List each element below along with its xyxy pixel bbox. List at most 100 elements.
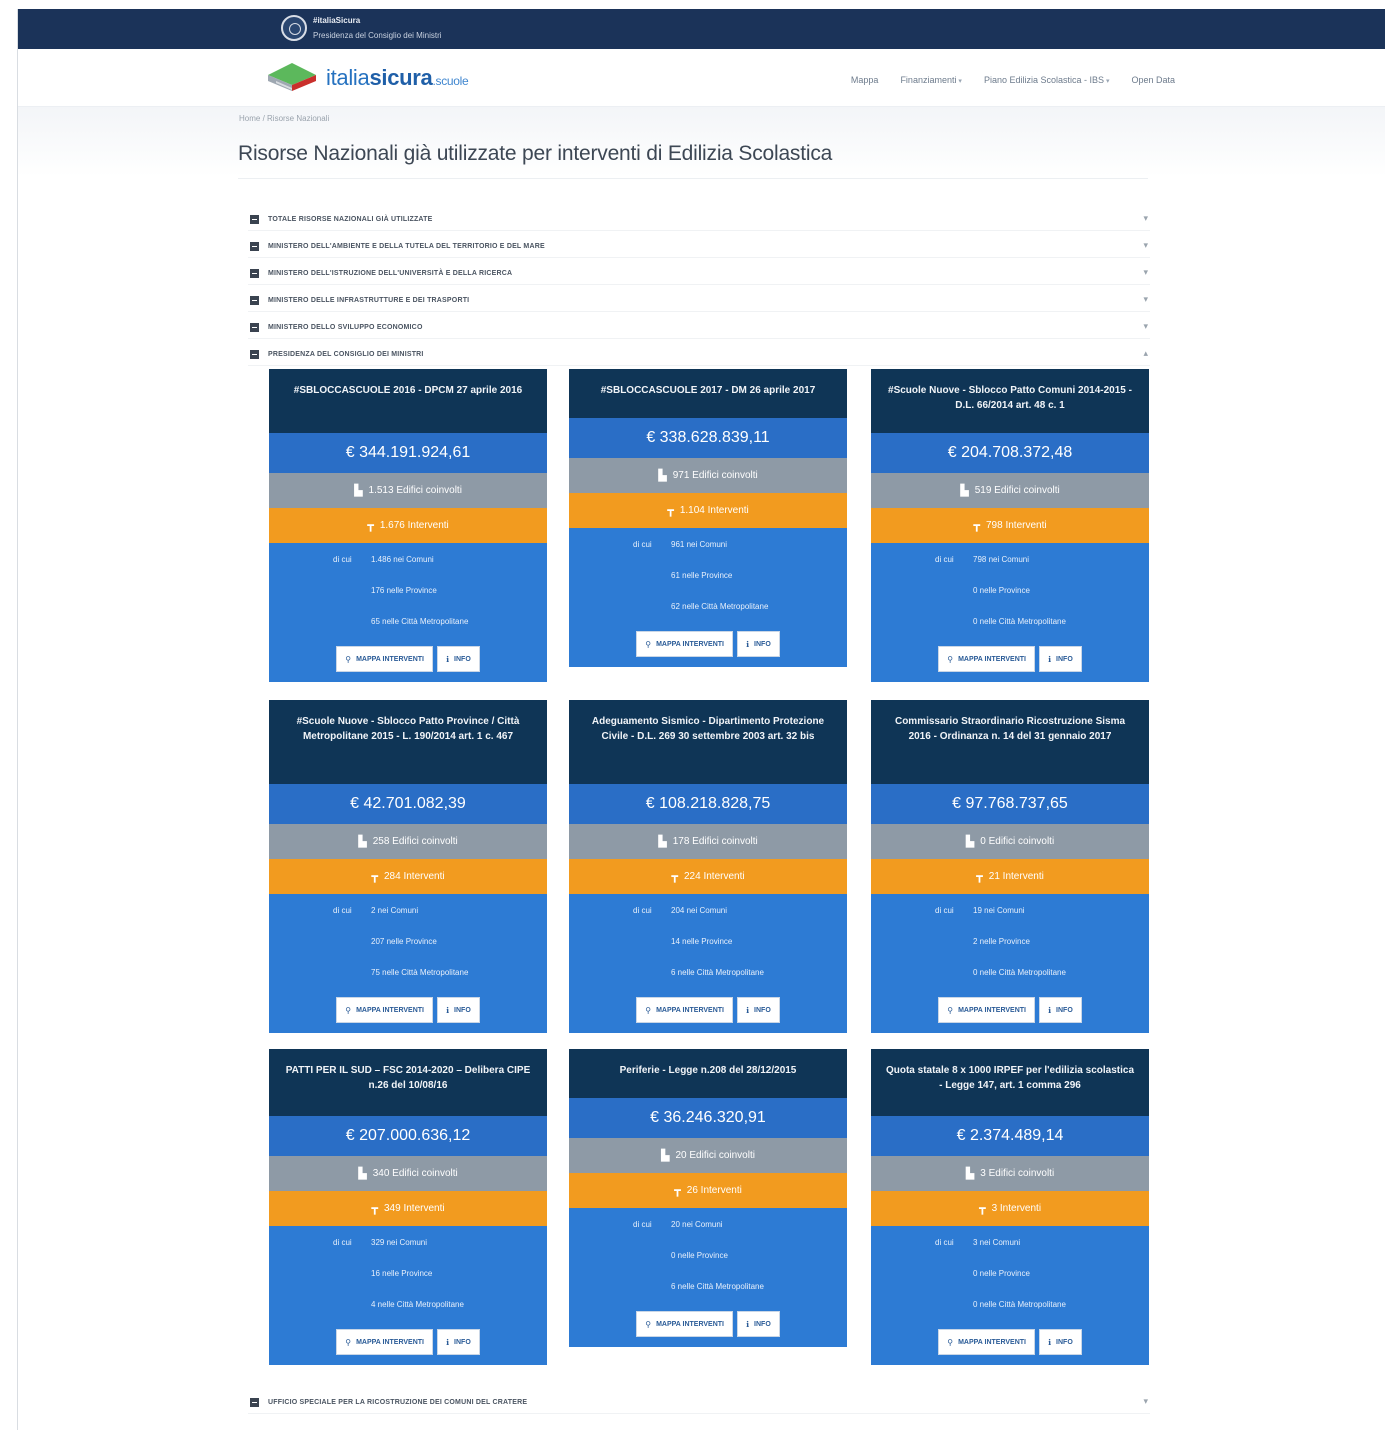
info-button[interactable]: ℹ INFO	[1039, 1329, 1082, 1355]
card-breakdown: di cui 961 nei Comuni 61 nelle Province 6…	[569, 528, 847, 631]
card-breakdown: di cui 3 nei Comuni 0 nelle Province 0 ne…	[871, 1226, 1149, 1329]
info-button-label: INFO	[454, 655, 471, 663]
info-button[interactable]: ℹ INFO	[737, 997, 780, 1023]
map-interventions-button[interactable]: ⚲ MAPPA INTERVENTI	[336, 1329, 433, 1355]
card-title: Commissario Straordinario Ricostruzione …	[871, 700, 1149, 784]
funding-card: Adeguamento Sismico - Dipartimento Prote…	[569, 700, 847, 1033]
breakdown-comuni: 2 nei Comuni	[371, 906, 419, 915]
map-button-label: MAPPA INTERVENTI	[356, 1338, 424, 1346]
info-button-label: INFO	[754, 1006, 771, 1014]
card-actions: ⚲ MAPPA INTERVENTI ℹ INFO	[569, 997, 847, 1033]
info-button[interactable]: ℹ INFO	[1039, 646, 1082, 672]
accordion-item-expanded[interactable]: PRESIDENZA DEL CONSIGLIO DEI MINISTRI ▴	[248, 344, 1150, 366]
map-interventions-button[interactable]: ⚲ MAPPA INTERVENTI	[336, 997, 433, 1023]
nav-item-piano-edilizia[interactable]: Piano Edilizia Scolastica - IBS	[984, 75, 1110, 85]
card-buildings-text: 340 Edifici coinvolti	[372, 1168, 458, 1179]
info-button[interactable]: ℹ INFO	[437, 646, 480, 672]
building-icon: ▙	[358, 836, 367, 848]
funding-card: #Scuole Nuove - Sblocco Patto Province /…	[269, 700, 547, 1033]
page-title: Risorse Nazionali già utilizzate per int…	[238, 142, 833, 165]
chevron-down-icon: ▾	[1143, 240, 1148, 250]
card-interventions-text: 1.676 Interventi	[379, 520, 449, 531]
breakdown-province: 176 nelle Province	[371, 586, 437, 595]
map-interventions-button[interactable]: ⚲ MAPPA INTERVENTI	[636, 1311, 733, 1337]
map-interventions-button[interactable]: ⚲ MAPPA INTERVENTI	[938, 1329, 1035, 1355]
info-button-label: INFO	[454, 1338, 471, 1346]
breakdown-comuni: 961 nei Comuni	[671, 540, 728, 549]
map-button-label: MAPPA INTERVENTI	[656, 1006, 724, 1014]
site-brand[interactable]: italiasicura.scuole	[326, 65, 469, 91]
card-interventions: ┳ 224 Interventi	[569, 859, 847, 894]
accordion-item[interactable]: MINISTERO DELL'ISTRUZIONE DELL'UNIVERSIT…	[248, 263, 1150, 285]
card-buildings: ▙ 0 Edifici coinvolti	[871, 824, 1149, 859]
chevron-down-icon: ▾	[1143, 213, 1148, 223]
card-interventions: ┳ 798 Interventi	[871, 508, 1149, 543]
accordion-item[interactable]: MINISTERO DELLO SVILUPPO ECONOMICO ▾	[248, 317, 1150, 339]
map-interventions-button[interactable]: ⚲ MAPPA INTERVENTI	[938, 646, 1035, 672]
card-actions: ⚲ MAPPA INTERVENTI ℹ INFO	[269, 646, 547, 682]
collapse-toggle-icon	[250, 215, 259, 224]
nav-item-finanziamenti[interactable]: Finanziamenti	[900, 75, 962, 85]
breakdown-province: 16 nelle Province	[371, 1269, 433, 1278]
map-interventions-button[interactable]: ⚲ MAPPA INTERVENTI	[636, 997, 733, 1023]
map-marker-icon: ⚲	[645, 1005, 652, 1015]
card-title: Periferie - Legge n.208 del 28/12/2015	[569, 1049, 847, 1098]
building-icon: ▙	[661, 1150, 670, 1162]
collapse-toggle-icon	[250, 242, 259, 251]
map-button-label: MAPPA INTERVENTI	[958, 1006, 1026, 1014]
nav-item-open-data[interactable]: Open Data	[1131, 75, 1175, 85]
building-icon: ▙	[658, 836, 667, 848]
accordion-label: TOTALE RISORSE NAZIONALI GIÀ UTILIZZATE	[268, 216, 433, 223]
card-buildings-text: 1.513 Edifici coinvolti	[368, 485, 462, 496]
map-interventions-button[interactable]: ⚲ MAPPA INTERVENTI	[336, 646, 433, 672]
map-marker-icon: ⚲	[947, 654, 954, 664]
accordion-item[interactable]: TOTALE RISORSE NAZIONALI GIÀ UTILIZZATE ▾	[248, 209, 1150, 231]
card-buildings: ▙ 20 Edifici coinvolti	[569, 1138, 847, 1173]
card-buildings-text: 3 Edifici coinvolti	[980, 1168, 1055, 1179]
info-button[interactable]: ℹ INFO	[437, 1329, 480, 1355]
di-cui-label: di cui	[633, 906, 652, 915]
crane-icon: ┳	[367, 520, 374, 532]
accordion-item[interactable]: MINISTERO DELLE INFRASTRUTTURE E DEI TRA…	[248, 290, 1150, 312]
card-interventions: ┳ 349 Interventi	[269, 1191, 547, 1226]
map-interventions-button[interactable]: ⚲ MAPPA INTERVENTI	[636, 631, 733, 657]
card-interventions-text: 26 Interventi	[686, 1185, 742, 1196]
info-button[interactable]: ℹ INFO	[737, 631, 780, 657]
card-breakdown: di cui 798 nei Comuni 0 nelle Province 0 …	[871, 543, 1149, 646]
accordion-label: UFFICIO SPECIALE PER LA RICOSTRUZIONE DE…	[268, 1399, 528, 1406]
di-cui-label: di cui	[935, 1238, 954, 1247]
crane-icon: ┳	[973, 520, 980, 532]
card-breakdown: di cui 1.486 nei Comuni 176 nelle Provinc…	[269, 543, 547, 646]
card-title: #SBLOCCASCUOLE 2017 - DM 26 aprile 2017	[569, 369, 847, 418]
breadcrumb[interactable]: Home / Risorse Nazionali	[239, 114, 329, 123]
card-interventions-text: 224 Interventi	[684, 871, 745, 882]
card-actions: ⚲ MAPPA INTERVENTI ℹ INFO	[569, 1311, 847, 1347]
card-buildings-text: 258 Edifici coinvolti	[372, 836, 458, 847]
info-button[interactable]: ℹ INFO	[737, 1311, 780, 1337]
accordion-item[interactable]: MINISTERO DELL'AMBIENTE E DELLA TUTELA D…	[248, 236, 1150, 258]
info-button[interactable]: ℹ INFO	[1039, 997, 1082, 1023]
card-amount: € 42.701.082,39	[269, 784, 547, 824]
map-interventions-button[interactable]: ⚲ MAPPA INTERVENTI	[938, 997, 1035, 1023]
main-nav: Mappa Finanziamenti Piano Edilizia Scola…	[851, 75, 1175, 85]
map-marker-icon: ⚲	[345, 1337, 352, 1347]
nav-item-mappa[interactable]: Mappa	[851, 75, 879, 85]
top-bar-subtitle: Presidenza del Consiglio dei Ministri	[313, 31, 442, 40]
card-amount: € 2.374.489,14	[871, 1116, 1149, 1156]
accordion-label: MINISTERO DELL'AMBIENTE E DELLA TUTELA D…	[268, 243, 545, 250]
crane-icon: ┳	[674, 1185, 681, 1197]
brand-part-sicura: sicura	[369, 65, 433, 90]
info-icon: ℹ	[446, 1005, 450, 1015]
italiasicura-logo-icon[interactable]	[262, 57, 322, 97]
collapse-toggle-icon	[250, 1398, 259, 1407]
accordion-item[interactable]: UFFICIO SPECIALE PER LA RICOSTRUZIONE DE…	[248, 1392, 1150, 1414]
breakdown-comuni: 329 nei Comuni	[371, 1238, 428, 1247]
brand-part-scuole: .scuole	[432, 74, 469, 88]
card-buildings: ▙ 340 Edifici coinvolti	[269, 1156, 547, 1191]
breakdown-province: 2 nelle Province	[973, 937, 1030, 946]
info-button[interactable]: ℹ INFO	[437, 997, 480, 1023]
card-amount: € 204.708.372,48	[871, 433, 1149, 473]
collapse-toggle-icon	[250, 269, 259, 278]
map-marker-icon: ⚲	[645, 639, 652, 649]
breakdown-comuni: 19 nei Comuni	[973, 906, 1025, 915]
